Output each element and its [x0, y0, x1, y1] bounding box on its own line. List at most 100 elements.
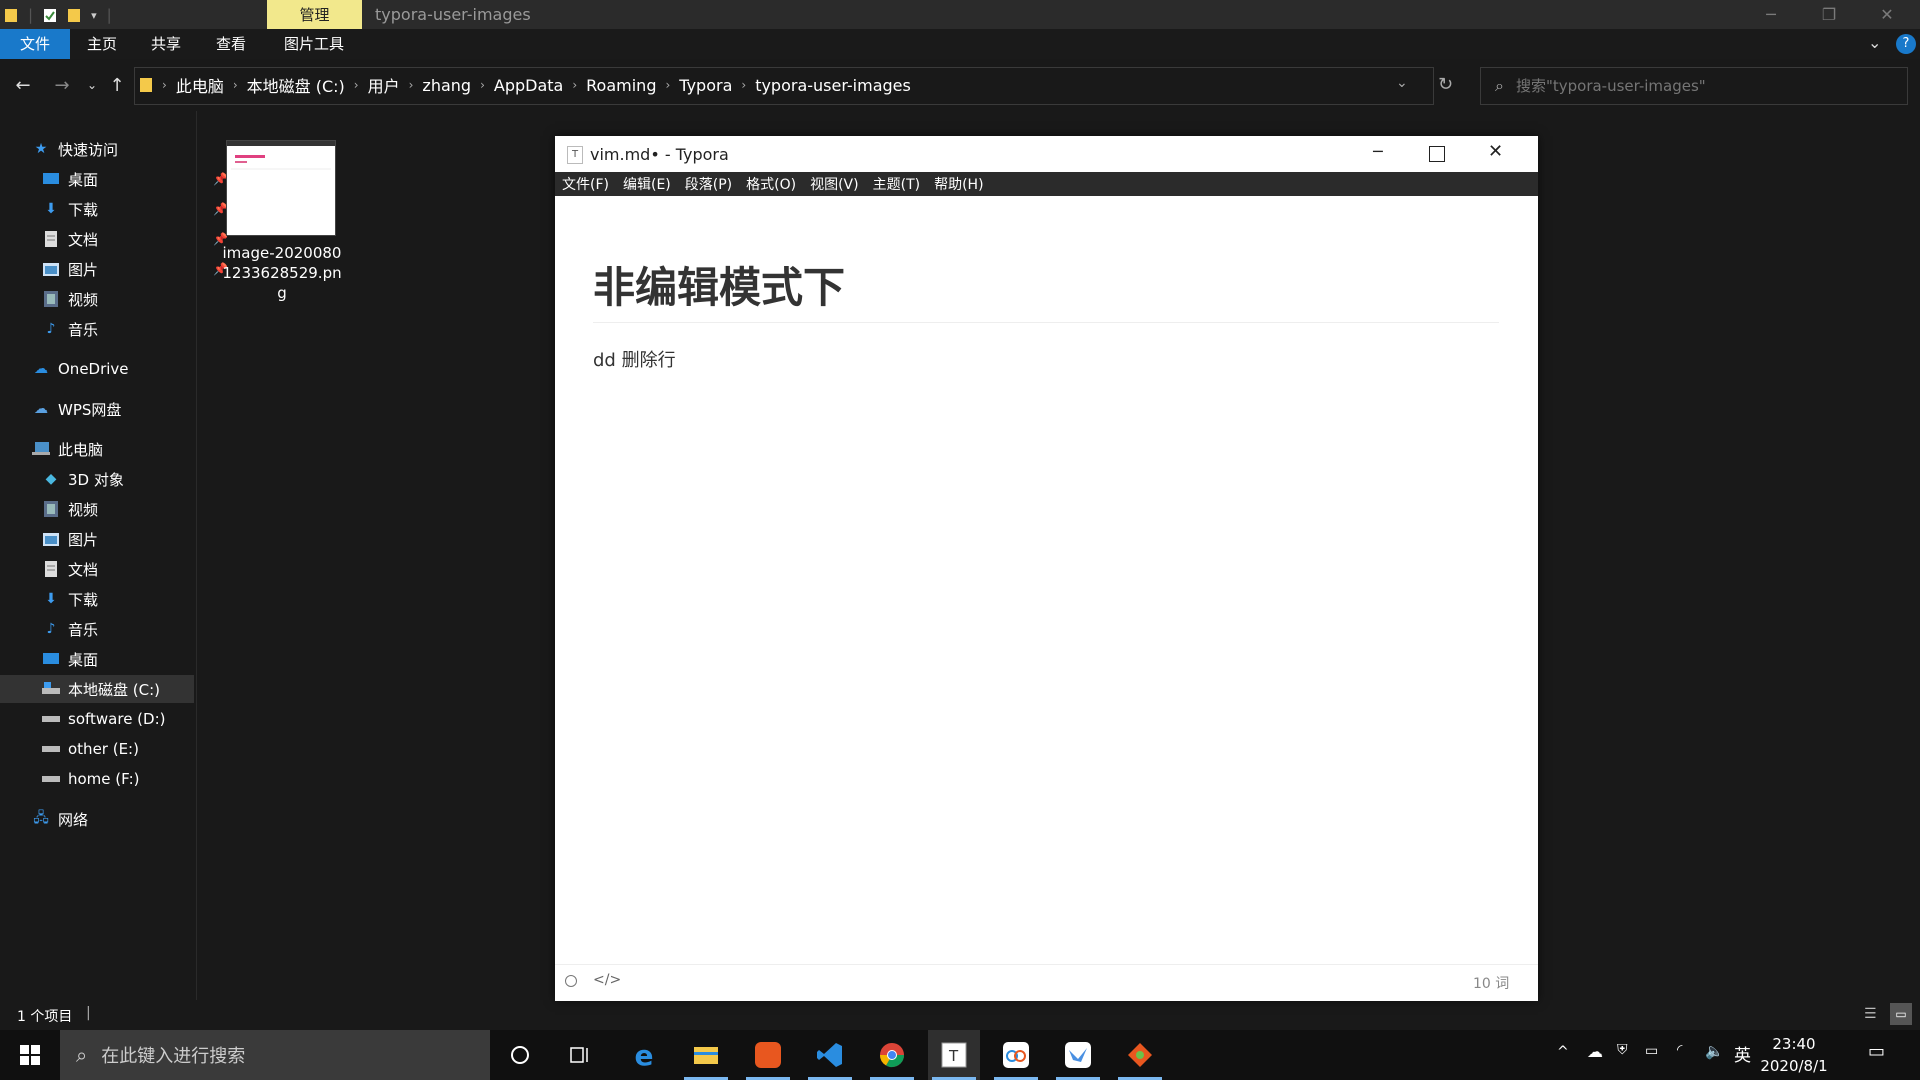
- task-view-icon[interactable]: [554, 1030, 606, 1080]
- menu-format[interactable]: 格式(O): [739, 174, 803, 194]
- details-view-icon[interactable]: ☰: [1864, 1006, 1877, 1022]
- back-arrow-icon[interactable]: ←: [9, 70, 37, 100]
- menu-help[interactable]: 帮助(H): [927, 174, 990, 194]
- sidebar-item-pictures[interactable]: 图片 📌: [0, 255, 236, 283]
- customize-toolbar-icon[interactable]: ▾: [91, 9, 97, 22]
- volume-icon[interactable]: 🔈: [1705, 1042, 1724, 1060]
- status-divider: |: [86, 1005, 91, 1021]
- typora-window-title: vim.md• - Typora: [590, 145, 729, 164]
- vscode-icon[interactable]: [804, 1030, 856, 1080]
- typora-maximize-button[interactable]: [1429, 146, 1445, 162]
- up-arrow-icon[interactable]: ↑: [103, 70, 131, 100]
- navigation-pane: ★ 快速访问 桌面 📌 ⬇ 下载 📌 文档 📌 图片 📌 视频 ♪ 音乐 ☁ O…: [0, 125, 228, 995]
- sidebar-item-pc-downloads[interactable]: ⬇ 下载: [0, 585, 236, 613]
- outline-toggle-icon[interactable]: [565, 975, 577, 987]
- tab-home[interactable]: 主页: [76, 29, 128, 59]
- sidebar-item-pc-music[interactable]: ♪ 音乐: [0, 615, 236, 643]
- recent-locations-icon[interactable]: ⌄: [78, 70, 106, 100]
- sidebar-item-pc-desktop[interactable]: 桌面: [0, 645, 236, 673]
- media-app-icon[interactable]: [742, 1030, 794, 1080]
- word-count[interactable]: 10 词: [1473, 973, 1509, 993]
- expand-ribbon-icon[interactable]: ⌄: [1868, 33, 1881, 52]
- sidebar-item-drive-d[interactable]: software (D:): [0, 705, 236, 733]
- tab-file[interactable]: 文件: [0, 29, 70, 59]
- sidebar-item-pc-videos[interactable]: 视频: [0, 495, 236, 523]
- typora-minimize-button[interactable]: ─: [1373, 142, 1383, 161]
- sidebar-item-pc-pictures[interactable]: 图片: [0, 525, 236, 553]
- source-code-icon[interactable]: </>: [593, 972, 621, 988]
- sidebar-item-desktop[interactable]: 桌面 📌: [0, 165, 236, 193]
- sidebar-item-downloads[interactable]: ⬇ 下载 📌: [0, 195, 236, 223]
- tab-view[interactable]: 查看: [205, 29, 257, 59]
- sidebar-item-this-pc[interactable]: 此电脑: [0, 435, 226, 463]
- security-tray-icon[interactable]: ⛨: [1617, 1042, 1628, 1058]
- properties-icon[interactable]: [43, 7, 57, 23]
- refresh-icon[interactable]: ↻: [1438, 74, 1453, 95]
- sidebar-item-quick-access[interactable]: ★ 快速访问: [0, 135, 226, 163]
- taskbar-search[interactable]: ⌕ 在此键入进行搜索: [60, 1030, 490, 1080]
- input-method-indicator[interactable]: 英: [1734, 1041, 1751, 1066]
- menu-edit[interactable]: 编辑(E): [616, 174, 678, 194]
- edge-browser-icon[interactable]: e: [618, 1030, 670, 1080]
- battery-icon[interactable]: ▭: [1645, 1043, 1658, 1059]
- file-explorer-icon[interactable]: [680, 1030, 732, 1080]
- git-tool-icon[interactable]: [1114, 1030, 1166, 1080]
- typora-close-button[interactable]: ✕: [1488, 141, 1503, 162]
- tab-picture-tools[interactable]: 图片工具: [275, 29, 353, 59]
- forward-arrow-icon[interactable]: →: [48, 70, 76, 100]
- manage-context-tab[interactable]: 管理: [267, 0, 362, 29]
- breadcrumb-item[interactable]: 用户: [359, 73, 409, 97]
- action-center-icon[interactable]: ▭: [1868, 1041, 1885, 1062]
- breadcrumb-item[interactable]: zhang: [413, 76, 480, 95]
- restore-button[interactable]: ❐: [1800, 0, 1858, 29]
- sidebar-item-videos[interactable]: 视频: [0, 285, 236, 313]
- minimize-button[interactable]: ─: [1742, 0, 1800, 29]
- sidebar-item-3d-objects[interactable]: ◆ 3D 对象: [0, 465, 236, 493]
- baidu-netdisk-icon[interactable]: [990, 1030, 1042, 1080]
- close-button[interactable]: ✕: [1858, 0, 1916, 29]
- file-name[interactable]: image-20200801233628529.png: [222, 243, 342, 303]
- sidebar-item-label: 音乐: [68, 320, 99, 339]
- file-thumbnail[interactable]: [226, 140, 336, 236]
- sidebar-item-drive-c[interactable]: 本地磁盘 (C:): [0, 675, 194, 703]
- breadcrumb-item[interactable]: 此电脑: [167, 73, 233, 97]
- bird-app-icon[interactable]: [1052, 1030, 1104, 1080]
- breadcrumb: › 此电脑 › 本地磁盘 (C:) › 用户 › zhang › AppData…: [148, 67, 920, 103]
- sidebar-item-drive-f[interactable]: home (F:): [0, 765, 236, 793]
- system-clock[interactable]: 23:40 2020/8/1: [1752, 1033, 1836, 1077]
- sidebar-item-wps[interactable]: ☁ WPS网盘: [0, 395, 226, 423]
- breadcrumb-item[interactable]: 本地磁盘 (C:): [238, 73, 354, 97]
- sidebar-item-music[interactable]: ♪ 音乐: [0, 315, 236, 343]
- search-box[interactable]: ⌕: [1480, 67, 1908, 105]
- menu-paragraph[interactable]: 段落(P): [678, 174, 739, 194]
- sidebar-item-network[interactable]: 🖧 网络: [0, 805, 226, 833]
- large-icons-view-icon[interactable]: ▭: [1890, 1003, 1912, 1025]
- document-paragraph[interactable]: dd 删除行: [593, 346, 676, 372]
- menu-theme[interactable]: 主题(T): [866, 174, 927, 194]
- breadcrumb-item-current[interactable]: typora-user-images: [746, 76, 920, 95]
- sidebar-item-documents[interactable]: 文档 📌: [0, 225, 236, 253]
- search-input[interactable]: [1513, 76, 1878, 96]
- sidebar-item-onedrive[interactable]: ☁ OneDrive: [0, 355, 226, 383]
- wifi-icon[interactable]: ◜: [1677, 1042, 1682, 1058]
- breadcrumb-item[interactable]: Typora: [670, 76, 741, 95]
- typora-taskbar-icon[interactable]: T: [928, 1030, 980, 1080]
- tab-share[interactable]: 共享: [140, 29, 192, 59]
- chrome-icon[interactable]: [866, 1030, 918, 1080]
- sidebar-item-pc-documents[interactable]: 文档: [0, 555, 236, 583]
- sidebar-item-drive-e[interactable]: other (E:): [0, 735, 236, 763]
- breadcrumb-item[interactable]: Roaming: [577, 76, 665, 95]
- document-heading[interactable]: 非编辑模式下: [593, 254, 845, 315]
- typora-editor[interactable]: 非编辑模式下 dd 删除行: [555, 196, 1538, 964]
- cortana-icon[interactable]: [494, 1030, 546, 1080]
- address-dropdown-icon[interactable]: ⌄: [1396, 75, 1408, 91]
- new-folder-icon[interactable]: [67, 7, 81, 23]
- show-hidden-icons-icon[interactable]: ^: [1557, 1044, 1569, 1060]
- menu-view[interactable]: 视图(V): [803, 174, 866, 194]
- breadcrumb-item[interactable]: AppData: [485, 76, 572, 95]
- windows-start-icon[interactable]: [0, 1030, 60, 1080]
- sidebar-item-label: WPS网盘: [58, 400, 122, 419]
- onedrive-tray-icon[interactable]: ☁: [1587, 1042, 1603, 1061]
- menu-file[interactable]: 文件(F): [555, 174, 616, 194]
- help-icon[interactable]: ?: [1896, 34, 1916, 54]
